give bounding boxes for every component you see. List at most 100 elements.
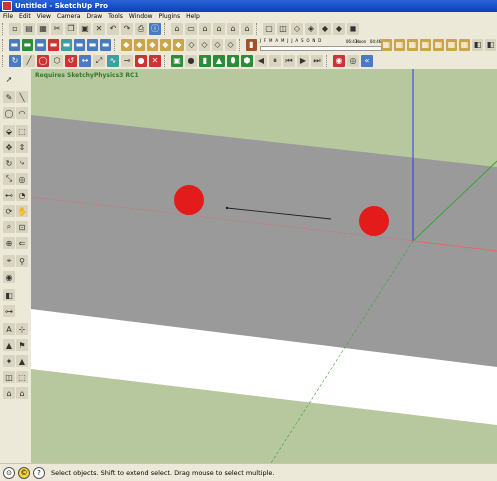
monochrome-icon[interactable]: ◼ — [347, 23, 359, 35]
shaded-textures-icon[interactable]: ◆ — [333, 23, 345, 35]
menu-view[interactable]: View — [34, 13, 54, 20]
back-edges-icon[interactable]: ◫ — [277, 23, 289, 35]
toolbar-grip[interactable] — [2, 55, 6, 67]
display-section-icon[interactable]: ◆ — [120, 39, 132, 51]
box-3d-icon[interactable]: ▦ — [406, 39, 418, 51]
move-icon[interactable]: ✥ — [3, 141, 15, 153]
menu-edit[interactable]: Edit — [16, 13, 34, 20]
shadows-icon[interactable]: ◇ — [198, 39, 210, 51]
record-icon[interactable]: ◉ — [333, 55, 345, 67]
pan-icon[interactable]: ✋ — [16, 205, 28, 217]
scene-canvas[interactable] — [31, 69, 497, 463]
box-3d-icon[interactable]: ▦ — [445, 39, 457, 51]
credits-icon[interactable]: © — [18, 466, 30, 479]
menu-window[interactable]: Window — [126, 13, 156, 20]
physics-play-icon[interactable]: ↻ — [9, 55, 21, 67]
polygon-icon[interactable]: ⬡ — [51, 55, 63, 67]
capsule-icon[interactable]: ⬮ — [227, 55, 239, 67]
model-info-icon[interactable]: ⓘ — [149, 23, 161, 35]
components-icon[interactable]: ◆ — [172, 39, 184, 51]
section-plane-icon[interactable]: ◧ — [3, 289, 15, 301]
toolbar-grip[interactable] — [2, 39, 6, 51]
walk-through-icon[interactable]: ⚑ — [16, 339, 28, 351]
zoom-extents-icon[interactable]: ⊕ — [3, 237, 15, 249]
step-icon[interactable]: ▶ — [297, 55, 309, 67]
zoom-window-icon[interactable]: ⊡ — [16, 221, 28, 233]
menu-help[interactable]: Help — [183, 13, 203, 20]
styles-icon[interactable]: ◆ — [159, 39, 171, 51]
section-cut-icon[interactable]: ◆ — [133, 39, 145, 51]
eraser-icon[interactable]: ⬚ — [16, 125, 28, 137]
rotate-icon[interactable]: ↺ — [65, 55, 77, 67]
physics-joint-icon[interactable]: ⌂ — [16, 387, 28, 399]
text-tool-icon[interactable]: A — [3, 323, 15, 335]
toolbar-grip[interactable] — [2, 23, 6, 35]
menu-draw[interactable]: Draw — [83, 13, 105, 20]
camera-right-icon[interactable]: ⌂ — [213, 23, 225, 35]
pencil-line-icon[interactable]: ╱ — [23, 55, 35, 67]
open-icon[interactable]: ▤ — [23, 23, 35, 35]
rotate-icon[interactable]: ↻ — [3, 157, 15, 169]
wireframe-icon[interactable]: ◇ — [291, 23, 303, 35]
paste-icon[interactable]: ▣ — [79, 23, 91, 35]
layers-icon[interactable]: ◆ — [146, 39, 158, 51]
record-icon[interactable]: ● — [135, 55, 147, 67]
box-3d-icon[interactable]: ▦ — [459, 39, 471, 51]
shadow-slider-track[interactable]: J F M A M J J A S O N D 06:43 Noon 04:46 — [259, 38, 382, 52]
select-arrow-icon[interactable]: ➚ — [3, 73, 15, 85]
smoove-icon[interactable]: ▬ — [34, 39, 46, 51]
circle-icon[interactable]: ◯ — [3, 107, 15, 119]
box-3d-icon[interactable]: ▦ — [380, 39, 392, 51]
tape-measure-icon[interactable]: ⊷ — [3, 189, 15, 201]
drawing-viewport[interactable]: Requires SketchyPhysics3 RC1 — [31, 69, 497, 463]
physics-reset-icon[interactable]: ⏮ — [283, 55, 295, 67]
scale-icon[interactable]: ⤡ — [3, 173, 15, 185]
cone-icon[interactable]: ▲ — [213, 55, 225, 67]
paint-bucket-icon[interactable]: ⬙ — [3, 125, 15, 137]
camera-iso-icon[interactable]: ⌂ — [171, 23, 183, 35]
menu-camera[interactable]: Camera — [54, 13, 84, 20]
undo-icon[interactable]: ↶ — [107, 23, 119, 35]
shadow-slider[interactable]: J F M A M J J A S O N D 06:43 Noon 04:46 — [259, 38, 382, 52]
camera-top-icon[interactable]: ▭ — [185, 23, 197, 35]
close-icon[interactable]: ✕ — [149, 55, 161, 67]
push-pull-icon[interactable]: ⇕ — [16, 141, 28, 153]
toolbar-grip[interactable] — [164, 23, 168, 35]
replay-icon[interactable]: ◎ — [347, 55, 359, 67]
position-camera-icon[interactable]: ⌖ — [3, 255, 15, 267]
offset-icon[interactable]: ⤢ — [93, 55, 105, 67]
follow-me-icon[interactable]: ⤷ — [16, 157, 28, 169]
flip-edge-icon[interactable]: ▬ — [86, 39, 98, 51]
section-plane-icon[interactable]: ▬ — [99, 39, 111, 51]
joint-spring-icon[interactable]: ∿ — [107, 55, 119, 67]
walk-icon[interactable]: ⚲ — [16, 255, 28, 267]
camera-back-icon[interactable]: ⌂ — [227, 23, 239, 35]
red-sphere-right[interactable] — [359, 206, 389, 236]
toolbar-grip[interactable] — [114, 39, 118, 51]
fog-icon[interactable]: ◇ — [211, 39, 223, 51]
red-sphere-left[interactable] — [174, 185, 204, 215]
physics-pause-icon[interactable]: ⏸ — [269, 55, 281, 67]
component-icon[interactable]: ◧ — [472, 39, 484, 51]
sandbox-tool-icon[interactable]: ✦ — [3, 355, 15, 367]
materials-icon[interactable]: ◇ — [185, 39, 197, 51]
menu-plugins[interactable]: Plugins — [156, 13, 184, 20]
previous-view-icon[interactable]: ⇐ — [16, 237, 28, 249]
menu-file[interactable]: File — [0, 13, 16, 20]
orbit-icon[interactable]: ⟳ — [3, 205, 15, 217]
forward-icon[interactable]: ⏭ — [311, 55, 323, 67]
sandbox-mesh-icon[interactable]: ▬ — [21, 39, 33, 51]
physics-tool-icon[interactable]: ⌂ — [3, 387, 15, 399]
box-3d-icon[interactable]: ▦ — [393, 39, 405, 51]
sphere-icon[interactable]: ● — [185, 55, 197, 67]
box-icon[interactable]: ▣ — [171, 55, 183, 67]
redo-icon[interactable]: ↷ — [121, 23, 133, 35]
circle-icon[interactable]: ◯ — [37, 55, 49, 67]
copy-icon[interactable]: ❐ — [65, 23, 77, 35]
slider-bar[interactable] — [259, 46, 382, 51]
line-icon[interactable]: ╲ — [16, 91, 28, 103]
shaded-icon[interactable]: ◆ — [319, 23, 331, 35]
help-icon[interactable]: ? — [33, 466, 45, 479]
xray-icon[interactable]: ▢ — [263, 23, 275, 35]
physics-play-icon[interactable]: ◀ — [255, 55, 267, 67]
